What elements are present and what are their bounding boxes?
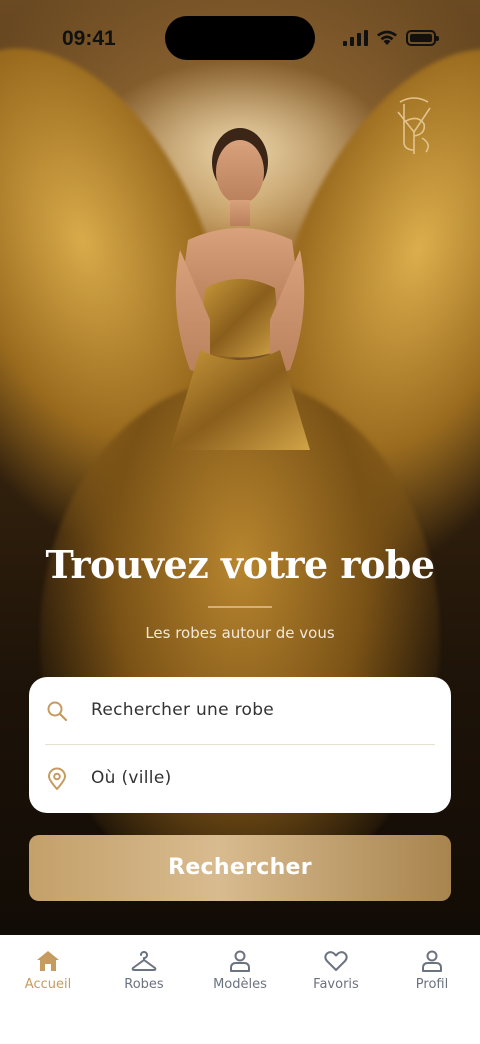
tab-label-modeles: Modèles bbox=[213, 977, 267, 992]
tab-label-profil: Profil bbox=[415, 977, 449, 992]
tab-profil[interactable]: Profil bbox=[384, 949, 480, 992]
location-pin-icon bbox=[48, 767, 66, 790]
user-icon bbox=[422, 950, 442, 972]
search-card: Rechercher une robe Où (ville) bbox=[29, 677, 451, 813]
home-icon bbox=[37, 951, 59, 971]
dress-search-field[interactable]: Rechercher une robe bbox=[29, 677, 451, 745]
city-placeholder: Où (ville) bbox=[91, 768, 172, 788]
tab-label-favoris: Favoris bbox=[313, 977, 359, 992]
dynamic-island bbox=[165, 16, 315, 60]
title-divider bbox=[208, 606, 272, 608]
tab-label-robes: Robes bbox=[124, 977, 164, 992]
status-bar: 09:41 bbox=[0, 0, 480, 70]
heart-icon bbox=[324, 951, 348, 971]
model-figure bbox=[170, 128, 310, 450]
battery-icon bbox=[406, 30, 439, 46]
bottom-tab-bar: Accueil Robes Modèles Favoris Profil bbox=[0, 935, 480, 1044]
hero-title: Trouvez votre robe bbox=[45, 542, 435, 587]
dress-search-placeholder: Rechercher une robe bbox=[91, 700, 275, 720]
person-icon bbox=[230, 950, 250, 972]
tab-favoris[interactable]: Favoris bbox=[288, 949, 384, 992]
signal-icon bbox=[343, 30, 368, 46]
wifi-icon bbox=[377, 30, 397, 45]
search-icon bbox=[47, 701, 68, 722]
tab-modeles[interactable]: Modèles bbox=[192, 949, 288, 992]
tab-robes[interactable]: Robes bbox=[96, 949, 192, 992]
tab-label-accueil: Accueil bbox=[24, 977, 72, 992]
search-button[interactable]: Rechercher bbox=[29, 835, 451, 901]
hero-subtitle: Les robes autour de vous bbox=[145, 624, 335, 642]
brand-monogram-logo[interactable] bbox=[390, 92, 438, 158]
hero-banner: 09:41 Trouvez votre robe Les robes autou… bbox=[0, 0, 480, 935]
hanger-icon bbox=[131, 951, 157, 971]
status-time: 09:41 bbox=[62, 27, 116, 50]
city-field[interactable]: Où (ville) bbox=[29, 745, 451, 813]
tab-accueil[interactable]: Accueil bbox=[0, 949, 96, 992]
